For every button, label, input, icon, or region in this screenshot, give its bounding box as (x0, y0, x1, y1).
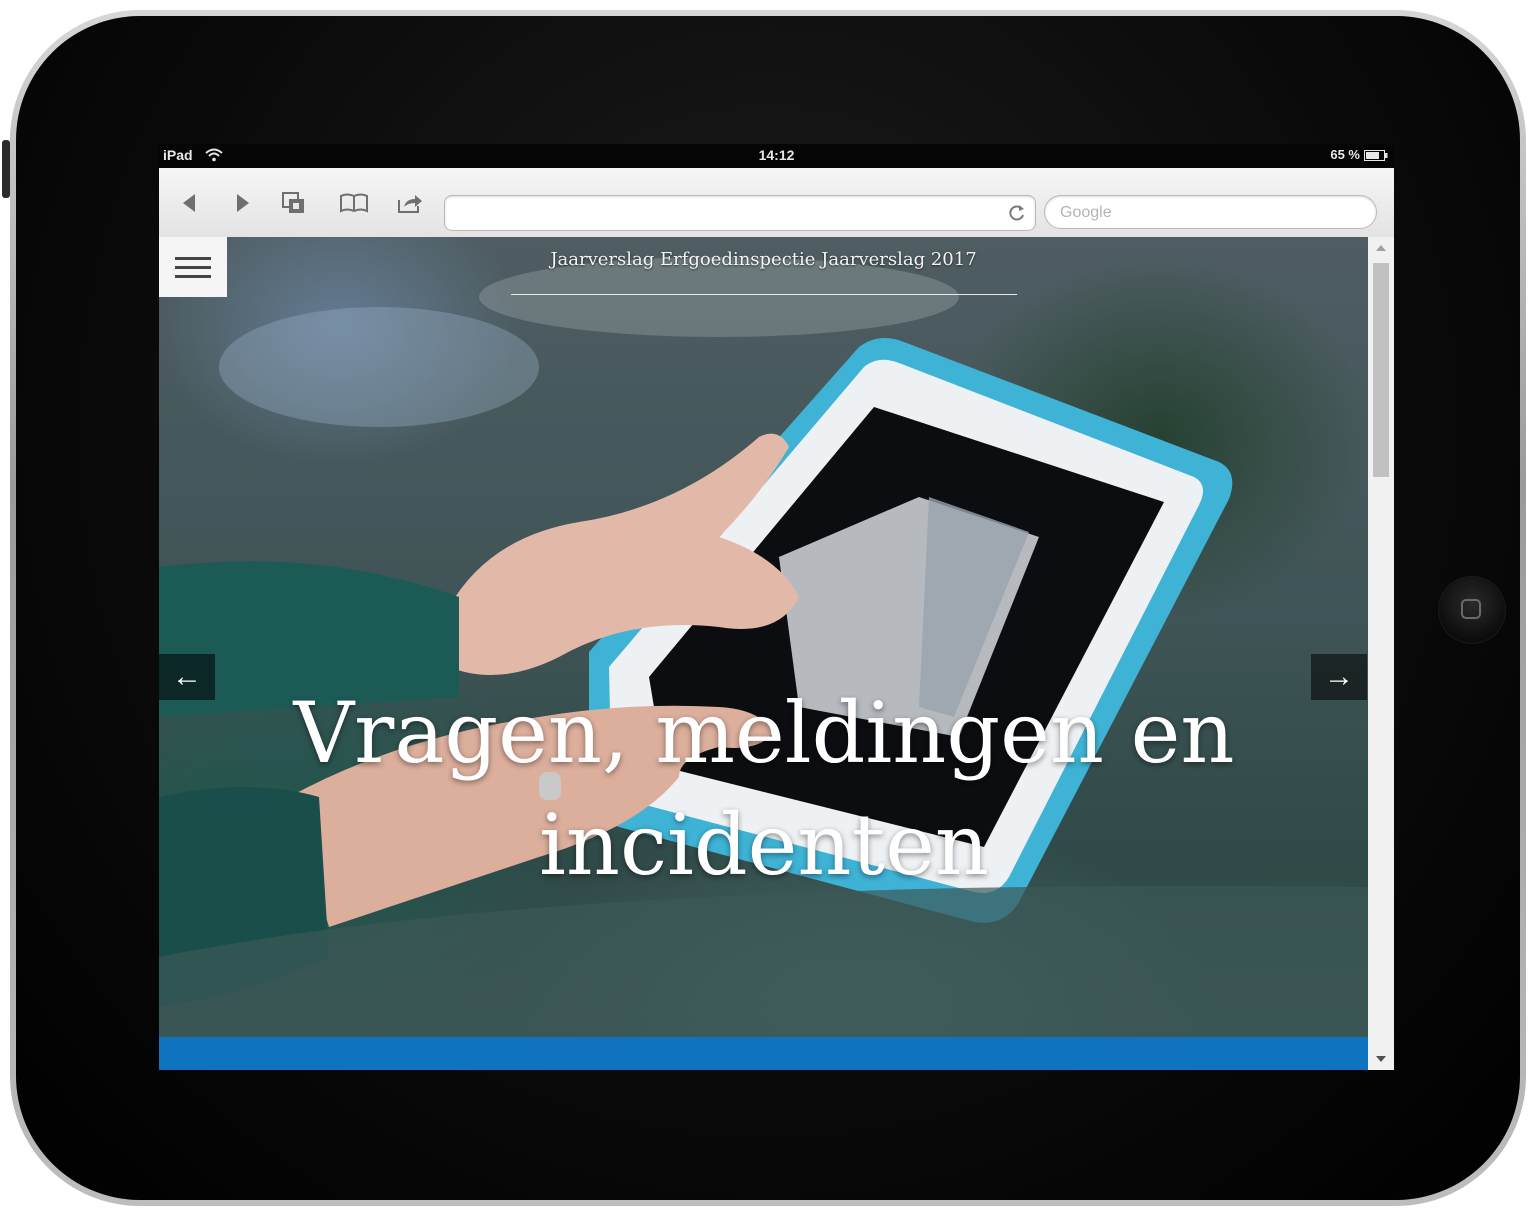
back-button[interactable] (173, 188, 207, 218)
forward-button[interactable] (225, 188, 259, 218)
page-headline: Vragen, meldingen en incidenten (249, 677, 1279, 901)
battery-icon (1364, 150, 1388, 161)
tablet-screen: iPad 14:12 65 % Google Jaarverslag Erfgo… (159, 144, 1394, 1070)
bookmarks-button[interactable] (337, 188, 371, 218)
next-arrow-button[interactable]: → (1311, 654, 1367, 700)
title-divider (511, 294, 1017, 295)
battery-percentage: 65 % (1330, 147, 1360, 162)
headline-line-2: incidenten (538, 796, 990, 894)
scroll-up-arrow-icon[interactable] (1376, 245, 1386, 251)
back-icon (183, 194, 195, 212)
hamburger-icon-line (175, 274, 211, 278)
share-icon (398, 195, 422, 213)
tabs-button[interactable] (277, 188, 311, 218)
home-button[interactable] (1438, 576, 1506, 644)
headline-line-1: Vragen, meldingen en (293, 684, 1235, 782)
scroll-down-arrow-icon[interactable] (1376, 1056, 1386, 1062)
side-switch (2, 140, 10, 198)
bookmarks-icon (340, 193, 368, 213)
search-field[interactable]: Google (1044, 195, 1377, 229)
status-time: 14:12 (758, 147, 795, 163)
site-title[interactable]: Jaarverslag Erfgoedinspectie Jaarverslag… (159, 249, 1368, 270)
status-bar: iPad 14:12 65 % (159, 144, 1394, 168)
home-button-icon (1461, 599, 1481, 619)
share-button[interactable] (393, 188, 427, 218)
browser-toolbar: Google (159, 168, 1394, 238)
scroll-thumb[interactable] (1373, 263, 1389, 477)
web-page: Jaarverslag Erfgoedinspectie Jaarverslag… (159, 237, 1368, 1070)
url-field[interactable] (444, 195, 1036, 231)
accent-bar (159, 1037, 1368, 1070)
tabs-icon (282, 192, 304, 213)
scrollbar[interactable] (1368, 237, 1394, 1070)
reload-icon[interactable] (1007, 203, 1027, 223)
forward-icon (237, 194, 249, 212)
previous-arrow-button[interactable]: ← (159, 654, 215, 700)
hero-image (159, 257, 1368, 1037)
